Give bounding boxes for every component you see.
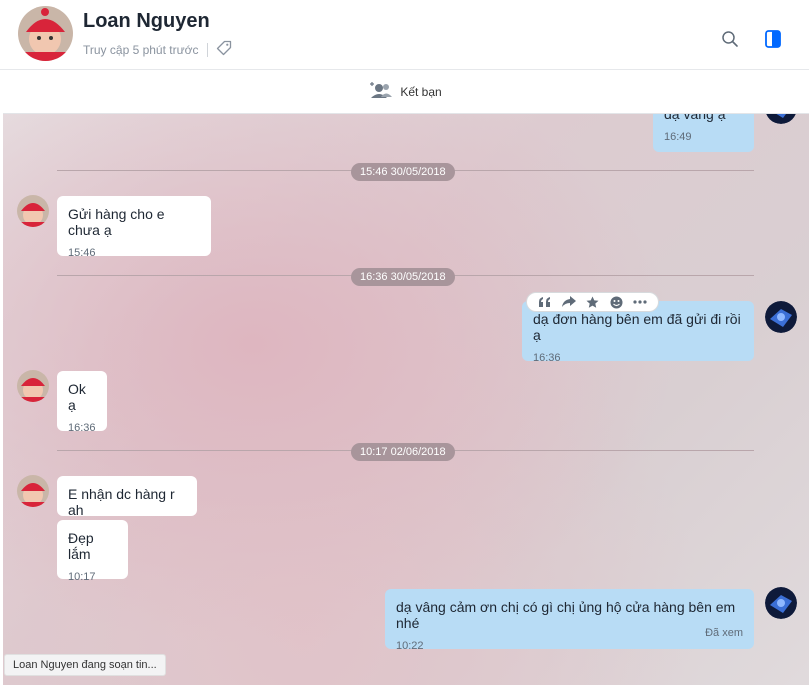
message-time: 10:22 xyxy=(396,640,424,652)
date-divider: 10:17 02/06/2018 xyxy=(351,443,455,461)
more-icon[interactable] xyxy=(632,294,648,310)
seen-status: Đã xem xyxy=(705,627,743,639)
add-friend-button[interactable]: Kết bạn xyxy=(3,70,809,114)
contact-avatar-small[interactable] xyxy=(17,475,49,507)
forward-icon[interactable] xyxy=(561,294,577,310)
date-divider: 15:46 30/05/2018 xyxy=(351,163,455,181)
self-avatar[interactable] xyxy=(765,587,797,619)
contact-name[interactable]: Loan Nguyen xyxy=(83,10,210,33)
message-bubble-incoming[interactable]: E nhận dc hàng r ah xyxy=(57,476,197,518)
add-friend-icon xyxy=(370,81,394,102)
message-bubble-incoming[interactable]: Đẹp lắm 10:17 xyxy=(57,520,128,583)
panel-toggle-icon[interactable] xyxy=(762,28,784,50)
message-list[interactable]: dạ vâng ạ 16:49 15:46 30/05/2018 Gửi hàn… xyxy=(3,114,809,685)
message-time: 16:36 xyxy=(533,352,561,364)
message-bubble-incoming[interactable]: Gửi hàng cho e chưa ạ 15:46 xyxy=(57,196,211,259)
search-icon[interactable] xyxy=(719,28,741,50)
quote-icon[interactable] xyxy=(537,294,553,310)
message-time: 15:46 xyxy=(68,247,96,259)
date-divider: 16:36 30/05/2018 xyxy=(351,268,455,286)
typing-indicator: Loan Nguyen đang soạn tin... xyxy=(4,654,166,676)
contact-avatar-small[interactable] xyxy=(17,370,49,402)
message-text: dạ vâng ạ xyxy=(664,114,726,122)
message-text: dạ đơn hàng bên em đã gửi đi rồi ạ xyxy=(533,311,741,343)
last-seen-text: Truy cập 5 phút trước xyxy=(83,42,199,57)
tag-icon[interactable] xyxy=(216,40,232,59)
self-avatar[interactable] xyxy=(765,301,797,333)
message-bubble-incoming[interactable]: Ok ạ 16:36 xyxy=(57,371,107,434)
message-time: 16:49 xyxy=(664,131,692,143)
chat-header: Loan Nguyen Truy cập 5 phút trước xyxy=(0,0,809,70)
self-avatar[interactable] xyxy=(765,114,797,124)
message-bubble-outgoing[interactable]: dạ vâng ạ 16:49 xyxy=(653,114,754,152)
contact-avatar-small[interactable] xyxy=(17,195,49,227)
message-text: E nhận dc hàng r ah xyxy=(68,486,175,518)
message-bubble-outgoing[interactable]: dạ vâng cảm ơn chị có gì chị ủng hộ cửa … xyxy=(385,589,754,652)
add-friend-label: Kết bạn xyxy=(400,84,442,99)
message-time: 16:36 xyxy=(68,422,96,434)
message-text: Đẹp lắm xyxy=(68,530,94,562)
star-icon[interactable] xyxy=(584,294,600,310)
contact-status-row: Truy cập 5 phút trước xyxy=(83,40,232,59)
emoji-icon[interactable] xyxy=(608,294,624,310)
message-text: dạ vâng cảm ơn chị có gì chị ủng hộ cửa … xyxy=(396,599,736,631)
message-text: Ok ạ xyxy=(68,381,86,413)
message-time: 10:17 xyxy=(68,571,96,583)
separator xyxy=(206,42,208,57)
contact-avatar[interactable] xyxy=(18,6,73,61)
message-text: Gửi hàng cho e chưa ạ xyxy=(68,206,165,238)
message-action-toolbar xyxy=(526,292,659,312)
